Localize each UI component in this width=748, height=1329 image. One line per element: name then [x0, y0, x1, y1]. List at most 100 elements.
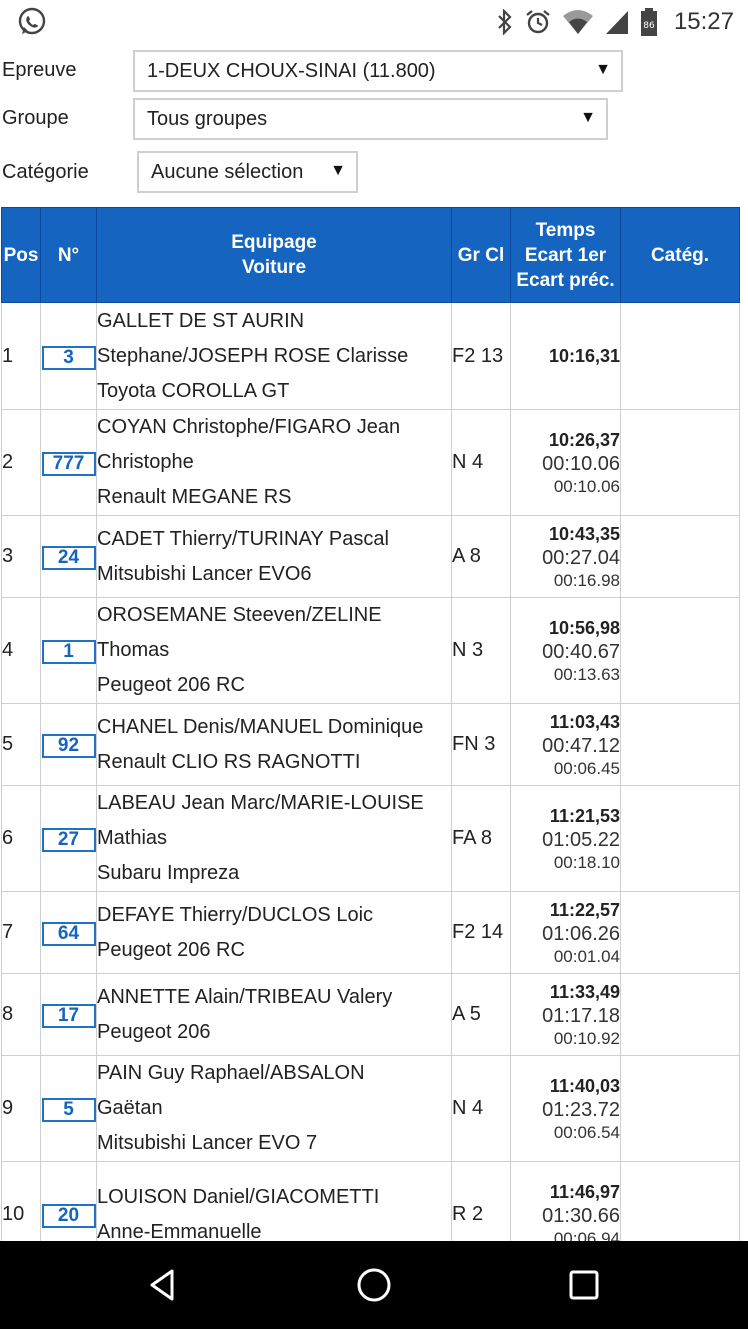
car-number-badge[interactable]: 64 [41, 922, 96, 946]
col-header-ecartprec-label: Ecart préc. [516, 269, 615, 291]
crew-line: Thomas [97, 639, 170, 661]
gap-first: 01:05.22 [542, 828, 620, 851]
table-row[interactable]: 3 24 CADET Thierry/TURINAY Pascal Mitsub… [1, 515, 740, 598]
num-cell: 64 [40, 891, 97, 974]
car-number-badge[interactable]: 3 [41, 345, 96, 370]
pos-cell: 7 [1, 891, 41, 974]
epreuve-value: 1-DEUX CHOUX-SINAI (11.800) [147, 59, 436, 82]
num-cell: 1 [40, 597, 97, 704]
num-cell: 92 [40, 703, 97, 786]
times-cell: 11:21,53 01:05.22 00:18.10 [510, 785, 621, 892]
car-number-badge[interactable]: 17 [41, 1004, 96, 1028]
table-row[interactable]: 8 17 ANNETTE Alain/TRIBEAU Valery Peugeo… [1, 973, 740, 1056]
col-header-temps[interactable]: Temps Ecart 1er Ecart préc. [510, 207, 621, 303]
stage-time: 11:21,53 [549, 805, 620, 826]
stage-time: 11:46,97 [549, 1181, 620, 1202]
navigation-bar [0, 1241, 748, 1329]
gap-first: 01:17.18 [542, 1004, 620, 1027]
crew-cell: PAIN Guy Raphael/ABSALON Gaëtan Mitsubis… [96, 1055, 452, 1162]
table-row[interactable]: 6 27 LABEAU Jean Marc/MARIE-LOUISE Mathi… [1, 785, 740, 892]
grcl-cell: F2 13 [451, 302, 511, 410]
categ-cell [620, 785, 740, 892]
gap-first: 01:23.72 [542, 1098, 620, 1121]
crew-line: LOUISON Daniel/GIACOMETTI [97, 1185, 380, 1208]
gap-first: 01:06.26 [542, 922, 620, 945]
crew-line: CADET Thierry/TURINAY Pascal [97, 527, 389, 550]
col-header-categ[interactable]: Catég. [620, 207, 740, 303]
categ-cell [620, 409, 740, 516]
times-cell: 11:22,57 01:06.26 00:01.04 [510, 891, 621, 974]
car-number-badge[interactable]: 20 [41, 1204, 96, 1228]
car-name: Peugeot 206 RC [97, 938, 245, 961]
car-number-badge[interactable]: 1 [41, 640, 96, 664]
car-name: Toyota COROLLA GT [97, 379, 290, 402]
gap-prev: 00:01.04 [553, 946, 620, 966]
categ-cell [620, 597, 740, 704]
grcl-cell: N 4 [451, 1055, 511, 1162]
crew-line: GALLET DE ST AURIN [97, 309, 305, 332]
stage-time: 11:33,49 [549, 981, 620, 1002]
car-number-badge[interactable]: 777 [41, 452, 96, 476]
car-number-badge[interactable]: 27 [41, 828, 96, 852]
crew-cell: LABEAU Jean Marc/MARIE-LOUISE Mathias Su… [96, 785, 452, 892]
col-header-voiture-label: Voiture [241, 257, 307, 278]
car-number-badge[interactable]: 5 [41, 1098, 96, 1122]
battery-level: 86 [643, 21, 655, 31]
back-icon[interactable] [142, 1263, 186, 1307]
categorie-label: Catégorie [2, 161, 89, 183]
col-header-pos[interactable]: Pos [1, 207, 41, 303]
crew-line: Mathias [97, 827, 168, 849]
table-row[interactable]: 9 5 PAIN Guy Raphael/ABSALON Gaëtan Mits… [1, 1055, 740, 1162]
pos-cell: 1 [1, 302, 41, 410]
table-row[interactable]: 2 777 COYAN Christophe/FIGARO Jean Chris… [1, 409, 740, 516]
recents-icon[interactable] [562, 1263, 606, 1307]
categorie-select[interactable]: Aucune sélection ▼ [137, 151, 358, 193]
table-row[interactable]: 1 3 GALLET DE ST AURIN Stephane/JOSEPH R… [1, 302, 740, 410]
gap-prev: 00:06.45 [553, 758, 620, 778]
stage-time: 10:26,37 [548, 429, 620, 450]
crew-line: ANNETTE Alain/TRIBEAU Valery [97, 985, 393, 1008]
epreuve-select[interactable]: 1-DEUX CHOUX-SINAI (11.800) ▼ [133, 50, 623, 92]
table-row[interactable]: 7 64 DEFAYE Thierry/DUCLOS Loic Peugeot … [1, 891, 740, 974]
crew-cell: CADET Thierry/TURINAY Pascal Mitsubishi … [96, 515, 452, 598]
table-header-row: Pos N° Equipage Voiture Gr Cl Temps Ecar… [1, 207, 740, 303]
stage-time: 10:43,35 [548, 523, 620, 544]
car-number-badge[interactable]: 24 [41, 546, 96, 570]
gap-prev: 00:13.63 [553, 664, 620, 684]
crew-line: DEFAYE Thierry/DUCLOS Loic [97, 903, 374, 926]
times-cell: 10:26,37 00:10.06 00:10.06 [510, 409, 621, 516]
bluetooth-icon [498, 9, 512, 35]
gap-first: 01:30.66 [542, 1204, 620, 1227]
crew-cell: ANNETTE Alain/TRIBEAU Valery Peugeot 206 [96, 973, 452, 1056]
gap-prev: 00:06.54 [553, 1122, 620, 1142]
times-cell: 10:43,35 00:27.04 00:16.98 [510, 515, 621, 598]
pos-cell: 2 [1, 409, 41, 516]
crew-line: Christophe [97, 451, 194, 473]
grcl-cell: N 4 [451, 409, 511, 516]
table-row[interactable]: 5 92 CHANEL Denis/MANUEL Dominique Renau… [1, 703, 740, 786]
car-name: Mitsubishi Lancer EVO 7 [97, 1132, 318, 1154]
crew-cell: GALLET DE ST AURIN Stephane/JOSEPH ROSE … [96, 302, 452, 410]
gap-first: 00:47.12 [542, 734, 620, 757]
gap-prev: 00:10.06 [553, 476, 620, 496]
groupe-label: Groupe [2, 107, 69, 129]
stage-time: 11:22,57 [549, 899, 620, 920]
col-header-num[interactable]: N° [40, 207, 97, 303]
dropdown-arrow-icon: ▼ [595, 61, 611, 78]
dropdown-arrow-icon: ▼ [580, 109, 596, 126]
battery-icon: 86 [640, 8, 657, 36]
grcl-cell: N 3 [451, 597, 511, 704]
car-name: Mitsubishi Lancer EVO6 [97, 562, 312, 585]
home-icon[interactable] [352, 1263, 396, 1307]
col-header-grcl[interactable]: Gr Cl [451, 207, 511, 303]
car-name: Subaru Impreza [97, 862, 240, 884]
col-header-equipage[interactable]: Equipage Voiture [96, 207, 452, 303]
table-row[interactable]: 4 1 OROSEMANE Steeven/ZELINE Thomas Peug… [1, 597, 740, 704]
pos-cell: 8 [1, 973, 41, 1056]
alarm-icon [526, 10, 550, 34]
times-cell: 10:56,98 00:40.67 00:13.63 [510, 597, 621, 704]
groupe-select[interactable]: Tous groupes ▼ [133, 98, 608, 140]
col-header-temps-label: Temps [535, 219, 596, 241]
groupe-filter: Groupe Tous groupes ▼ [0, 98, 748, 142]
car-number-badge[interactable]: 92 [41, 734, 96, 758]
